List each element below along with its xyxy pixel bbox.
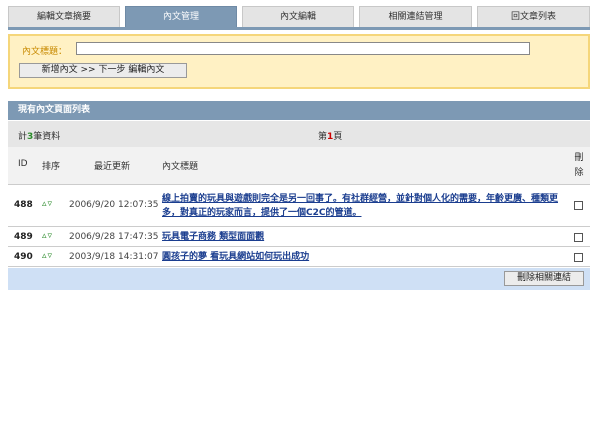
row-date: 2006/9/20 12:07:35 (69, 200, 159, 210)
list-info-bar: 計3筆資料 第1頁 (8, 121, 590, 147)
row-date: 2003/9/18 14:31:07 (69, 252, 159, 262)
new-content-form: 內文標題： 新增內文 >> 下一步 編輯內文 (8, 34, 590, 89)
column-delete: 刪除 (574, 153, 584, 178)
table-row: 488 ▵▿ 2006/9/20 12:07:35 線上拍賣的玩具與遊戲則完全是… (8, 186, 590, 227)
column-id: ID (18, 159, 28, 169)
sort-arrows-icon[interactable]: ▵▿ (42, 251, 53, 261)
row-delete-checkbox[interactable] (574, 233, 583, 242)
sort-arrows-icon[interactable]: ▵▿ (42, 231, 53, 241)
sort-arrows-icon[interactable]: ▵▿ (42, 199, 53, 209)
row-date: 2006/9/28 17:47:35 (69, 232, 159, 242)
tab-content-edit[interactable]: 內文編輯 (242, 6, 354, 27)
record-count: 計3筆資料 (18, 132, 61, 142)
column-title: 內文標題 (162, 162, 199, 172)
tab-back-to-list[interactable]: 回文章列表 (477, 6, 590, 27)
row-id: 490 (14, 252, 33, 262)
delete-links-button[interactable]: 刪除相關連結 (504, 271, 584, 286)
column-order: 排序 (42, 162, 61, 172)
table-header: ID 排序 最近更新 內文標題 刪除 (8, 147, 590, 185)
tab-content-management[interactable]: 內文管理 (125, 6, 237, 27)
row-delete-checkbox[interactable] (574, 201, 583, 210)
title-input[interactable] (76, 42, 530, 55)
row-title-link[interactable]: 圓孩子的夢 看玩具網站如何玩出成功 (162, 250, 562, 264)
row-title-link[interactable]: 玩具電子商務 類型面面觀 (162, 230, 562, 244)
table-row: 490 ▵▿ 2003/9/18 14:31:07 圓孩子的夢 看玩具網站如何玩… (8, 248, 590, 267)
tab-bar: 編輯文章摘要 內文管理 內文編輯 相關連結管理 回文章列表 (8, 6, 590, 27)
title-field-label: 內文標題： (22, 47, 68, 57)
row-id: 489 (14, 232, 33, 242)
tab-related-links[interactable]: 相關連結管理 (359, 6, 472, 27)
page-indicator: 第1頁 (318, 132, 343, 142)
row-delete-checkbox[interactable] (574, 253, 583, 262)
table-row: 489 ▵▿ 2006/9/28 17:47:35 玩具電子商務 類型面面觀 (8, 228, 590, 247)
tab-edit-summary[interactable]: 編輯文章摘要 (8, 6, 120, 27)
add-content-button[interactable]: 新增內文 >> 下一步 編輯內文 (19, 63, 187, 78)
list-heading: 現有內文頁面列表 (8, 101, 590, 120)
row-id: 488 (14, 200, 33, 210)
column-updated: 最近更新 (94, 162, 131, 172)
tab-underline (8, 27, 590, 30)
list-footer: 刪除相關連結 (8, 268, 590, 290)
row-title-link[interactable]: 線上拍賣的玩具與遊戲則完全是另一回事了。有社群經營，並針對個人化的需要，年齡更廣… (162, 192, 562, 220)
